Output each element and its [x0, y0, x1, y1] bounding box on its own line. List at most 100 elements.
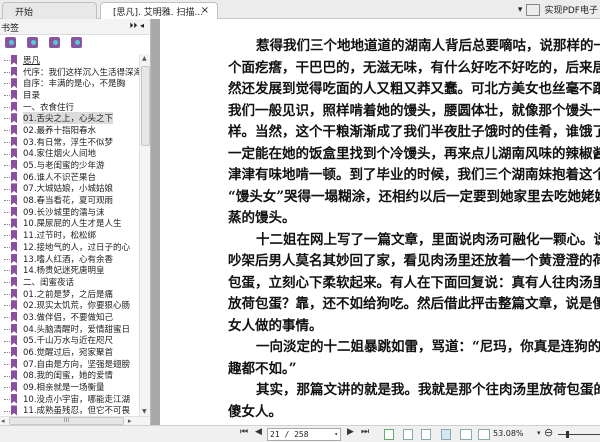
facing-page-icon[interactable]: [460, 429, 472, 440]
slider-knob[interactable]: [566, 431, 569, 438]
bookmark-icon: [11, 370, 17, 381]
bookmark-item[interactable]: 05.与老闺蜜的少年游: [0, 159, 138, 171]
zoom-level[interactable]: 53.08%: [493, 429, 524, 438]
bookmark-icon: [11, 136, 17, 147]
bookmark-icon: [11, 54, 17, 65]
bookmark-item[interactable]: 自序：丰满的是心，不是胸: [0, 77, 138, 89]
bookmark-icon: [11, 78, 17, 89]
bookmark-item[interactable]: 13.嗜人红酒，心有余香: [0, 253, 138, 265]
text-line: 然还发展到觉得吃面的人又粗又莽又蠢。可北方美女也丝毫不跟: [228, 81, 600, 97]
bookmark-item[interactable]: 11.成熟虽残忍，但它不可畏: [0, 405, 138, 417]
zoom-dropdown[interactable]: ▾: [537, 429, 541, 437]
header-right: ▾ 实现PDF电子: [518, 0, 600, 19]
bookmark-label: 07.大城姑娘，小城姑娘: [23, 184, 114, 195]
fit-width-icon[interactable]: [478, 429, 490, 440]
bookmark-item[interactable]: 07.自由是方向，坚强是翅膀: [0, 358, 138, 370]
bookmark-label: 09.相亲就是一场衡量: [23, 383, 105, 394]
bookmark-label: 一、衣食住行: [23, 102, 75, 113]
bookmark-item[interactable]: 14.杨贵妃迷死唐明皇: [0, 264, 138, 276]
bookmark-label: 01.之前是梦，之后是痛: [23, 289, 114, 300]
bookmark-label: 04.头脑清醒时，爱情甜蜜日: [23, 324, 131, 335]
bookmark-label: 07.自由是方向，坚强是翅膀: [23, 359, 131, 370]
bookmark-item[interactable]: 04.家住烟火人间地: [0, 148, 138, 160]
bookmark-icon: [11, 148, 17, 159]
bookmark-item[interactable]: 08.我的闺蜜，她的爱情: [0, 370, 138, 382]
bookmark-panel: 书签 ⏵⏵ ◂ 思凡 代序：我们这样沉入生活得深海 自序：丰满的是心，不是胸 目录 一、…: [0, 19, 151, 425]
bookmark-item[interactable]: 一、衣食住行: [0, 101, 138, 113]
edit-icon[interactable]: [526, 3, 541, 16]
page-number: 21 / 258: [270, 430, 309, 439]
panel-controls[interactable]: ⏵⏵ ◂: [129, 21, 144, 31]
tab-document[interactable]: [思凡]. 艾明雅. 扫描... ×: [100, 2, 218, 19]
bookmark-item[interactable]: 01.舌尖之上，心头之下: [0, 112, 138, 125]
extract-page-icon[interactable]: [384, 429, 394, 440]
vertical-scrollbar[interactable]: ▲ ▼: [139, 54, 150, 416]
bookmark-item[interactable]: 06.觉醒过后，宛家聚首: [0, 346, 138, 358]
next-page-button[interactable]: ▶: [347, 427, 354, 437]
bookmark-toolbar: [0, 35, 150, 52]
bookmark-item[interactable]: 目录: [0, 89, 138, 101]
scroll-thumb[interactable]: [141, 66, 150, 146]
bookmark-item[interactable]: 12.接地气的人，过日子的心: [0, 241, 138, 253]
bookmark-item[interactable]: 10.没点小宇宙，哪能走江湖: [0, 393, 138, 405]
bookmark-label: 09.长沙城里的濡与沫: [23, 207, 105, 218]
single-page-icon[interactable]: [421, 429, 431, 440]
bookmark-item[interactable]: 02.最养十指阳春水: [0, 124, 138, 136]
add-bookmark-icon[interactable]: [71, 37, 82, 48]
document-view: 惹得我们三个地地道道的湖南人背后总要嘀咕，说那样的一 个面疙瘩，干巴巴的，无滋无味…: [160, 19, 600, 425]
bookmark-label: 11.成熟虽残忍，但它不可畏: [23, 406, 131, 417]
text-line: 样。当然，这个干粮渐渐成了我们半夜肚子饿时的佳肴，谁饿了，: [228, 124, 600, 140]
bookmark-label: 02.现实太饥荒，你要狠心肠: [23, 301, 131, 312]
bookmark-item[interactable]: 11.过节时，松松绑: [0, 229, 138, 241]
text-line: 惹得我们三个地地道道的湖南人背后总要嘀咕，说那样的一: [256, 38, 600, 54]
goto-bookmark-icon[interactable]: [49, 37, 60, 48]
bookmark-icon: [11, 253, 17, 264]
bookmark-item[interactable]: 04.头脑清醒时，爱情甜蜜日: [0, 323, 138, 335]
bookmark-item[interactable]: 10.屎尿屁的人生才是人生: [0, 218, 138, 229]
chevron-down-icon[interactable]: ▾: [334, 429, 338, 440]
bookmark-item[interactable]: 代序：我们这样沉入生活得深海: [0, 66, 142, 78]
tab-bar: 开始 [思凡]. 艾明雅. 扫描... × ▾ 实现PDF电子: [0, 0, 600, 19]
zoom-slider[interactable]: [558, 431, 600, 438]
dropdown-icon[interactable]: ▾: [518, 5, 523, 15]
continuous-page-icon[interactable]: [441, 429, 451, 440]
copy-page-icon[interactable]: [403, 429, 413, 440]
bookmark-item[interactable]: 09.长沙城里的濡与沫: [0, 206, 138, 218]
horizontal-scrollbar[interactable]: ◂ III ▸: [0, 416, 150, 425]
bookmark-item[interactable]: 03.有日常，浮生不似梦: [0, 136, 138, 148]
bookmark-label: 04.家住烟火人间地: [23, 149, 97, 160]
page-number-input[interactable]: 21 / 258 ▾: [267, 428, 341, 441]
bookmark-label: 14.杨贵妃迷死唐明皇: [23, 266, 105, 277]
tab-start[interactable]: 开始: [2, 2, 97, 19]
bookmark-item[interactable]: 01.之前是梦，之后是痛: [0, 288, 138, 300]
bookmark-label: 代序：我们这样沉入生活得深海: [23, 67, 143, 78]
close-icon[interactable]: ×: [201, 5, 209, 16]
bookmark-item[interactable]: 思凡: [0, 54, 138, 66]
bookmark-item[interactable]: 08.春当看花，夏可观雨: [0, 194, 138, 206]
bookmark-icon: [11, 265, 17, 276]
bookmark-label: 06.谁人不识芒果台: [23, 172, 97, 183]
zoom-out-icon[interactable]: ⊖: [544, 426, 553, 439]
bookmark-item[interactable]: 03.做伴侣，不要做知己: [0, 311, 138, 323]
prev-page-button[interactable]: ◀: [255, 427, 262, 437]
promo-link[interactable]: 实现PDF电子: [544, 3, 598, 16]
bookmark-item[interactable]: 05.千山万水与近在咫尺: [0, 335, 138, 346]
bookmark-label: 自序：丰满的是心，不是胸: [23, 79, 126, 90]
bookmark-icon: [11, 206, 17, 217]
last-page-button[interactable]: ⏭: [361, 427, 369, 437]
bookmark-icon: [11, 113, 17, 124]
bookmark-item[interactable]: 09.相亲就是一场衡量: [0, 381, 138, 393]
expand-bookmark-icon[interactable]: [5, 37, 16, 48]
collapse-bookmark-icon[interactable]: [27, 37, 38, 48]
bookmark-item[interactable]: 07.大城姑娘，小城姑娘: [0, 183, 138, 195]
bookmark-item[interactable]: 02.现实太饥荒，你要狠心肠: [0, 299, 138, 311]
bookmark-item[interactable]: 二、闺蜜夜话: [0, 276, 138, 288]
first-page-button[interactable]: ⏮: [240, 427, 248, 437]
panel-splitter[interactable]: [151, 19, 160, 425]
text-line: 傻女人。: [228, 403, 282, 420]
text-line: 我们一般见识，照样啃着她的馒头，腰圆体壮，就像那个馒头一: [228, 102, 600, 119]
scroll-thumb[interactable]: III: [9, 417, 124, 425]
bookmark-item[interactable]: 06.谁人不识芒果台: [0, 171, 138, 183]
bookmark-label: 08.我的闺蜜，她的爱情: [23, 371, 114, 382]
text-line: “馒头女”哭得一塌糊涂，还相约以后一定要到她家里去吃她姥姥: [228, 188, 600, 205]
